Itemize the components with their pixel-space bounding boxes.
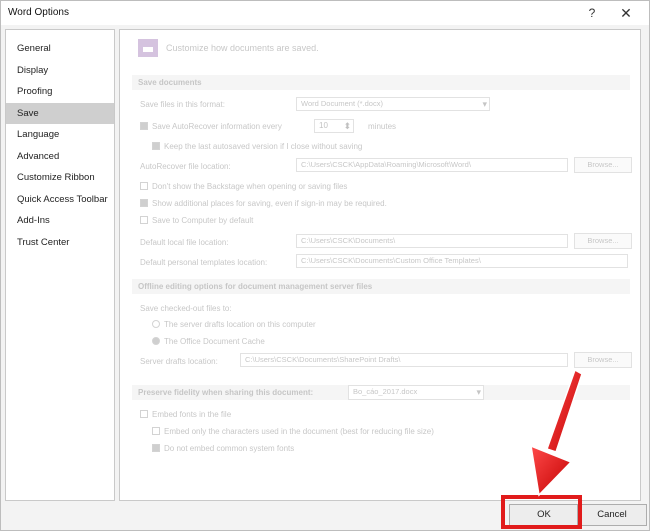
- browse-local-button[interactable]: Browse...: [574, 233, 632, 249]
- no-common-fonts-label: Do not embed common system fonts: [164, 444, 295, 453]
- default-local-label: Default local file location:: [140, 238, 229, 247]
- sidebar-item-language[interactable]: Language: [6, 124, 114, 146]
- save-options-panel: Customize how documents are saved. Save …: [119, 29, 641, 501]
- server-drafts-location-label: Server drafts location:: [140, 357, 218, 366]
- show-additional-label: Show additional places for saving, even …: [152, 199, 387, 208]
- embed-chars-checkbox[interactable]: [152, 427, 160, 435]
- browse-autorecover-button[interactable]: Browse...: [574, 157, 632, 173]
- keep-last-label: Keep the last autosaved version if I clo…: [164, 142, 363, 151]
- browse-drafts-button[interactable]: Browse...: [574, 352, 632, 368]
- sidebar-item-advanced[interactable]: Advanced: [6, 146, 114, 168]
- server-drafts-radio[interactable]: [152, 320, 160, 328]
- keep-last-checkbox[interactable]: [152, 142, 160, 150]
- sidebar-item-customize-ribbon[interactable]: Customize Ribbon: [6, 167, 114, 189]
- autorecover-checkbox[interactable]: [140, 122, 148, 130]
- show-additional-row: Show additional places for saving, even …: [140, 199, 387, 208]
- autorecover-label: Save AutoRecover information every: [152, 122, 282, 131]
- fidelity-title: Preserve fidelity when sharing this docu…: [138, 388, 314, 397]
- dont-show-backstage-row: Don't show the Backstage when opening or…: [140, 182, 347, 191]
- default-templates-field[interactable]: C:\Users\CSCK\Documents\Custom Office Te…: [296, 254, 628, 268]
- sidebar-item-display[interactable]: Display: [6, 60, 114, 82]
- help-button[interactable]: ?: [579, 4, 605, 22]
- autorecover-row: Save AutoRecover information every: [140, 122, 282, 131]
- save-format-dropdown[interactable]: Word Document (*.docx): [296, 97, 490, 111]
- sidebar-item-trust-center[interactable]: Trust Center: [6, 232, 114, 254]
- server-drafts-row: The server drafts location on this compu…: [152, 320, 316, 329]
- sidebar-item-general[interactable]: General: [6, 38, 114, 60]
- autorecover-minutes-stepper[interactable]: 10: [314, 119, 354, 133]
- autorecover-location-label: AutoRecover file location:: [140, 162, 231, 171]
- save-computer-row: Save to Computer by default: [140, 216, 253, 225]
- ok-highlight-box: [501, 495, 582, 529]
- panel-header-text: Customize how documents are saved.: [166, 43, 319, 53]
- office-cache-radio[interactable]: [152, 337, 160, 345]
- embed-chars-label: Embed only the characters used in the do…: [164, 427, 434, 436]
- save-computer-label: Save to Computer by default: [152, 216, 254, 225]
- save-checked-out-label: Save checked-out files to:: [140, 304, 232, 313]
- no-common-fonts-checkbox[interactable]: [152, 444, 160, 452]
- close-button[interactable]: ✕: [613, 4, 639, 22]
- window-title: Word Options: [8, 7, 69, 18]
- save-document-icon: [138, 39, 158, 57]
- no-common-fonts-row: Do not embed common system fonts: [152, 444, 294, 453]
- embed-chars-row: Embed only the characters used in the do…: [152, 427, 434, 436]
- section-offline-editing: Offline editing options for document man…: [132, 279, 630, 294]
- sidebar-item-quick-access-toolbar[interactable]: Quick Access Toolbar: [6, 189, 114, 211]
- default-templates-label: Default personal templates location:: [140, 258, 268, 267]
- sidebar-item-add-ins[interactable]: Add-Ins: [6, 210, 114, 232]
- minutes-label: minutes: [368, 122, 397, 131]
- keep-last-row: Keep the last autosaved version if I clo…: [152, 142, 362, 151]
- options-sidebar: General Display Proofing Save Language A…: [5, 29, 115, 501]
- server-drafts-location-field[interactable]: C:\Users\CSCK\Documents\SharePoint Draft…: [240, 353, 568, 367]
- office-cache-row: The Office Document Cache: [152, 337, 265, 346]
- dont-show-backstage-checkbox[interactable]: [140, 182, 148, 190]
- office-cache-label: The Office Document Cache: [164, 337, 265, 346]
- embed-fonts-row: Embed fonts in the file: [140, 410, 231, 419]
- fidelity-document-dropdown[interactable]: Bo_cáo_2017.docx: [348, 385, 484, 400]
- autorecover-location-field[interactable]: C:\Users\CSCK\AppData\Roaming\Microsoft\…: [296, 158, 568, 172]
- section-save-documents: Save documents: [132, 75, 630, 90]
- sidebar-item-proofing[interactable]: Proofing: [6, 81, 114, 103]
- default-local-field[interactable]: C:\Users\CSCK\Documents\: [296, 234, 568, 248]
- format-label: Save files in this format:: [140, 100, 225, 109]
- word-options-dialog: Word Options ? ✕ General Display Proofin…: [0, 0, 650, 531]
- title-bar: Word Options ? ✕: [1, 1, 649, 25]
- server-drafts-label: The server drafts location on this compu…: [164, 320, 316, 329]
- embed-fonts-checkbox[interactable]: [140, 410, 148, 418]
- cancel-button[interactable]: Cancel: [577, 504, 647, 526]
- save-computer-checkbox[interactable]: [140, 216, 148, 224]
- show-additional-checkbox[interactable]: [140, 199, 148, 207]
- sidebar-item-save[interactable]: Save: [6, 102, 114, 124]
- embed-fonts-label: Embed fonts in the file: [152, 410, 232, 419]
- dont-show-backstage-label: Don't show the Backstage when opening or…: [152, 182, 348, 191]
